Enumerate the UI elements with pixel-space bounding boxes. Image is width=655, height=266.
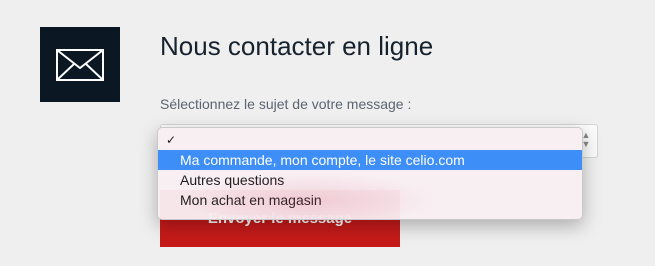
dropdown-option-store-purchase[interactable]: Mon achat en magasin (158, 190, 582, 210)
contact-icon-box (40, 27, 120, 102)
option-label: Ma commande, mon compte, le site celio.c… (180, 152, 465, 168)
option-label: Mon achat en magasin (180, 192, 322, 208)
option-label: Autres questions (180, 172, 285, 188)
envelope-icon (56, 49, 104, 81)
dropdown-option-other-questions[interactable]: Autres questions (158, 170, 582, 190)
dropdown-option-order-account-site[interactable]: Ma commande, mon compte, le site celio.c… (158, 150, 582, 170)
page-title: Nous contacter en ligne (160, 31, 434, 61)
subject-dropdown-list[interactable]: ✓ Ma commande, mon compte, le site celio… (157, 127, 583, 220)
checkmark-icon: ✓ (166, 133, 177, 147)
subject-label: Sélectionnez le sujet de votre message : (160, 96, 412, 112)
dropdown-option-empty[interactable]: ✓ (158, 130, 582, 150)
